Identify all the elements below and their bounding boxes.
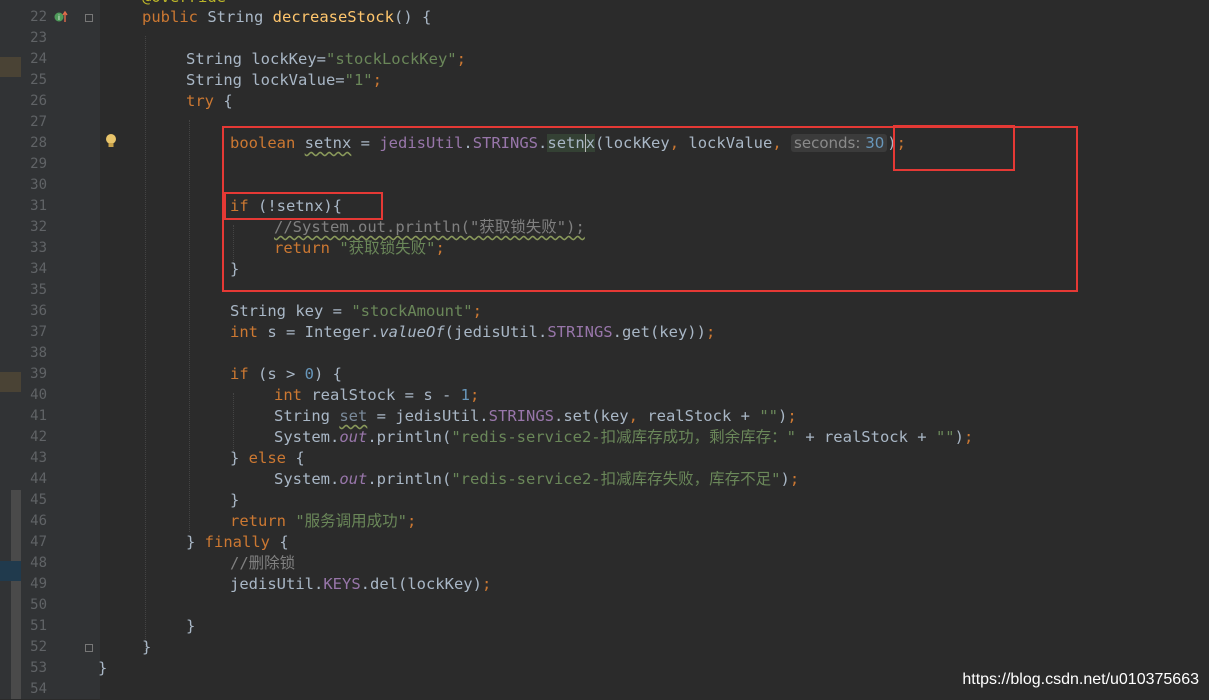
annotation-box-seconds	[893, 125, 1015, 171]
svg-text:i: i	[58, 14, 60, 22]
line-number: 35	[30, 282, 47, 298]
indent-guide	[145, 36, 146, 651]
change-marker	[0, 372, 21, 392]
lightbulb-icon[interactable]	[104, 133, 118, 149]
line-number: 48	[30, 555, 47, 571]
line-number: 22	[30, 9, 47, 25]
code-line: } finally {	[186, 533, 289, 551]
fold-marker-icon[interactable]	[85, 14, 93, 22]
code-line: String lockKey="stockLockKey";	[186, 50, 466, 68]
code-line: } else {	[230, 449, 305, 467]
code-line: }	[142, 638, 152, 656]
line-number: 40	[30, 387, 47, 403]
line-number: 29	[30, 156, 47, 172]
watermark: https://blog.csdn.net/u010375663	[962, 671, 1199, 688]
left-tool-strip	[0, 0, 21, 699]
line-number: 54	[30, 681, 47, 697]
line-number: 25	[30, 72, 47, 88]
line-number: 39	[30, 366, 47, 382]
code-line: return "服务调用成功";	[230, 512, 417, 530]
line-number: 23	[30, 30, 47, 46]
code-line: int realStock = s - 1;	[274, 386, 480, 404]
change-marker	[0, 57, 21, 77]
line-number: 24	[30, 51, 47, 67]
line-number: 32	[30, 219, 47, 235]
line-number: 33	[30, 240, 47, 256]
code-line: //删除锁	[230, 554, 296, 572]
code-line: String lockValue="1";	[186, 71, 382, 89]
annotation-box-if	[224, 192, 383, 220]
code-line: }	[230, 491, 240, 509]
change-marker	[0, 561, 21, 581]
line-number: 43	[30, 450, 47, 466]
indent-guide	[189, 120, 190, 532]
scroll-marker	[11, 490, 21, 699]
line-number: 49	[30, 576, 47, 592]
code-line: jedisUtil.KEYS.del(lockKey);	[230, 575, 492, 593]
line-number: 45	[30, 492, 47, 508]
line-number: 34	[30, 261, 47, 277]
line-number: 37	[30, 324, 47, 340]
code-line: String set = jedisUtil.STRINGS.set(key, …	[274, 407, 797, 425]
code-line: try {	[186, 92, 233, 110]
code-line: public String decreaseStock() {	[142, 8, 432, 26]
line-number: 46	[30, 513, 47, 529]
code-line: if (s > 0) {	[230, 365, 343, 383]
code-line: String key = "stockAmount";	[230, 302, 482, 320]
line-number: 44	[30, 471, 47, 487]
line-number: 41	[30, 408, 47, 424]
indent-guide	[233, 393, 234, 453]
line-number: 27	[30, 114, 47, 130]
line-number: 51	[30, 618, 47, 634]
code-line: }	[186, 617, 196, 635]
line-number: 50	[30, 597, 47, 613]
line-number: 36	[30, 303, 47, 319]
code-line: System.out.println("redis-service2-扣减库存失…	[274, 470, 800, 488]
line-number: 31	[30, 198, 47, 214]
line-number: 52	[30, 639, 47, 655]
line-number: 42	[30, 429, 47, 445]
fold-marker-icon[interactable]	[85, 644, 93, 652]
line-number: 30	[30, 177, 47, 193]
code-line: }	[98, 659, 108, 677]
code-line: System.out.println("redis-service2-扣减库存成…	[274, 428, 974, 446]
code-line: int s = Integer.valueOf(jedisUtil.STRING…	[230, 323, 716, 341]
override-arrow-icon[interactable]: i	[54, 11, 68, 23]
line-number: 28	[30, 135, 47, 151]
line-number: 26	[30, 93, 47, 109]
line-number: 47	[30, 534, 47, 550]
line-number: 38	[30, 345, 47, 361]
line-number: 53	[30, 660, 47, 676]
